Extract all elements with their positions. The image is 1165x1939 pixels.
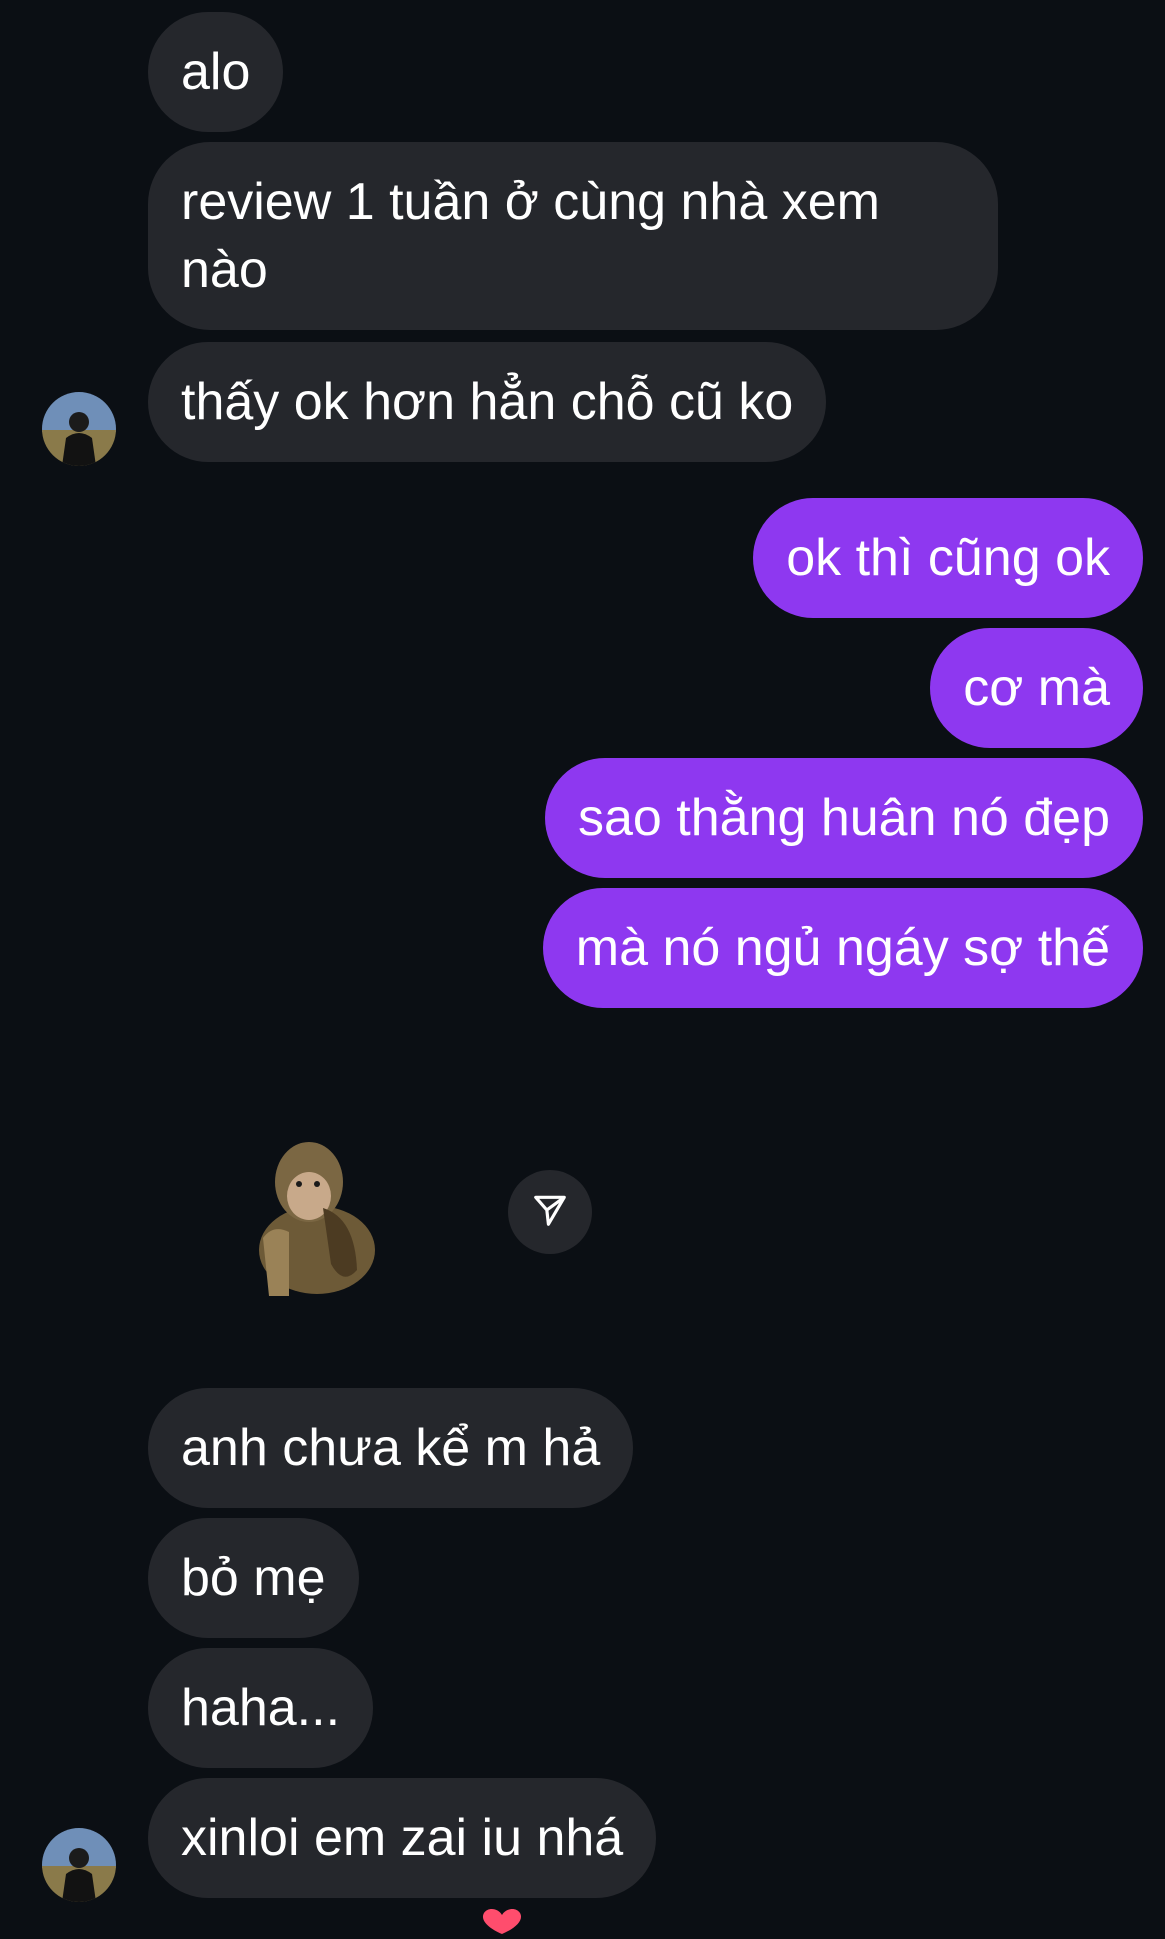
- incoming-message-bubble[interactable]: review 1 tuần ở cùng nhà xem nào: [148, 142, 998, 330]
- outgoing-message-bubble[interactable]: sao thằng huân nó đẹp: [544, 758, 1143, 878]
- incoming-message-bubble[interactable]: haha...: [148, 1648, 374, 1768]
- contact-avatar[interactable]: [42, 1828, 116, 1902]
- outgoing-message-bubble[interactable]: mà nó ngủ ngáy sợ thế: [542, 888, 1143, 1008]
- heart-icon[interactable]: [478, 1908, 526, 1934]
- incoming-message-bubble[interactable]: anh chưa kể m hả: [148, 1388, 634, 1508]
- monkey-sticker[interactable]: [245, 1128, 390, 1296]
- outgoing-message-bubble[interactable]: cơ mà: [930, 628, 1143, 748]
- incoming-message-bubble[interactable]: alo: [148, 12, 284, 132]
- outgoing-message-bubble[interactable]: ok thì cũng ok: [753, 498, 1143, 618]
- incoming-message-bubble[interactable]: xinloi em zai iu nhá: [148, 1778, 657, 1898]
- incoming-message-bubble[interactable]: bỏ mẹ: [148, 1518, 359, 1638]
- send-icon: [531, 1191, 569, 1234]
- contact-avatar[interactable]: [42, 392, 116, 466]
- incoming-message-bubble[interactable]: thấy ok hơn hẳn chỗ cũ ko: [148, 342, 827, 462]
- share-button[interactable]: [508, 1170, 592, 1254]
